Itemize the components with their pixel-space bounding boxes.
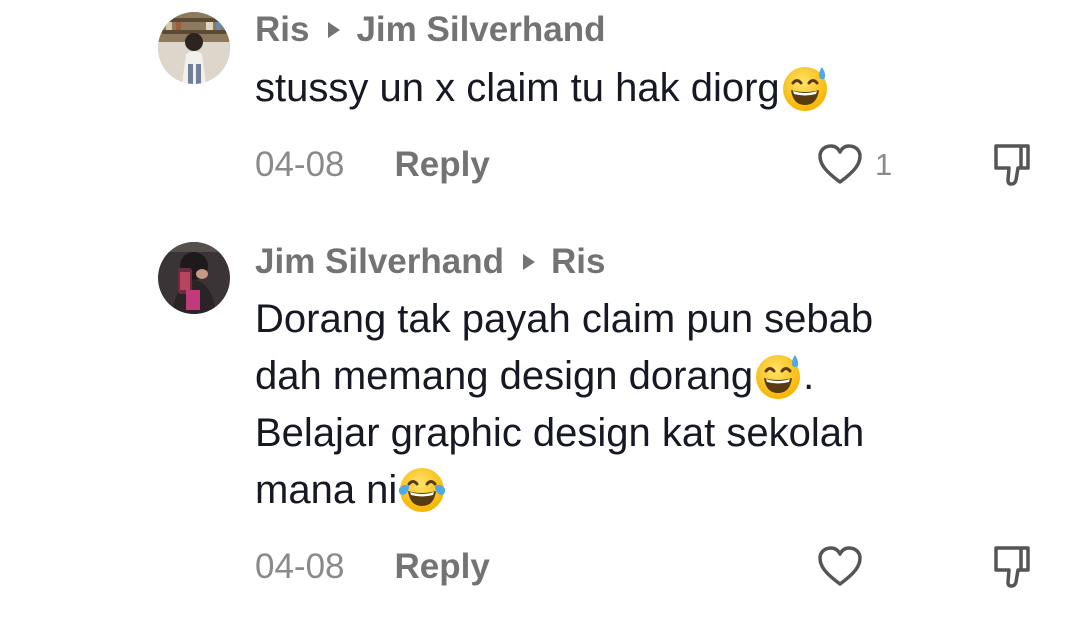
reply-to-user[interactable]: Jim Silverhand	[356, 10, 605, 50]
comment-text-content: stussy un x claim tu hak diorg	[255, 66, 780, 110]
thumbs-down-icon[interactable]	[990, 140, 1040, 190]
like-button[interactable]: 1	[815, 140, 892, 190]
avatar[interactable]	[158, 12, 230, 84]
grinning-face-with-sweat-icon	[782, 67, 827, 111]
reply-button[interactable]: Reply	[395, 145, 490, 185]
comment-header: Jim Silverhand Ris	[255, 242, 605, 282]
comment-author[interactable]: Jim Silverhand	[255, 242, 504, 282]
reply-to-user[interactable]: Ris	[551, 242, 605, 282]
comment-header: Ris Jim Silverhand	[255, 10, 605, 50]
face-with-tears-of-joy-icon	[399, 468, 446, 512]
comment-text: stussy un x claim tu hak diorg	[255, 60, 1025, 117]
comment-item: Jim Silverhand Ris Dorang tak payah clai…	[0, 230, 1080, 621]
comment-meta: 04-08 Reply	[255, 545, 490, 589]
heart-icon	[818, 144, 862, 184]
comment-text-suffix: .	[803, 354, 815, 398]
comment-text-content: mana ni	[255, 468, 398, 512]
like-count: 1	[875, 147, 893, 182]
comment-text-line: Dorang tak payah claim pun sebab	[255, 297, 874, 341]
comment-meta: 04-08 Reply	[255, 143, 490, 187]
comment-text-line: mana ni	[255, 462, 1025, 519]
comment-date: 04-08	[255, 547, 345, 586]
reply-button[interactable]: Reply	[395, 547, 490, 587]
comment-date: 04-08	[255, 145, 345, 184]
comment-author[interactable]: Ris	[255, 10, 309, 50]
avatar[interactable]	[158, 242, 230, 314]
comment-text: Dorang tak payah claim pun sebab dah mem…	[255, 291, 1025, 519]
comment-text-content: dah memang design dorang	[255, 354, 754, 398]
reply-arrow-icon	[328, 22, 341, 38]
like-button[interactable]	[815, 542, 865, 592]
thumbs-down-icon[interactable]	[990, 542, 1040, 592]
grinning-face-with-sweat-icon	[756, 355, 801, 399]
comment-text-line: Belajar graphic design kat sekolah	[255, 411, 865, 455]
comment-text-line: dah memang design dorang .	[255, 348, 1025, 405]
heart-icon	[818, 546, 862, 586]
comment-item: Ris Jim Silverhand stussy un x claim tu …	[0, 0, 1080, 210]
reply-arrow-icon	[522, 254, 535, 270]
